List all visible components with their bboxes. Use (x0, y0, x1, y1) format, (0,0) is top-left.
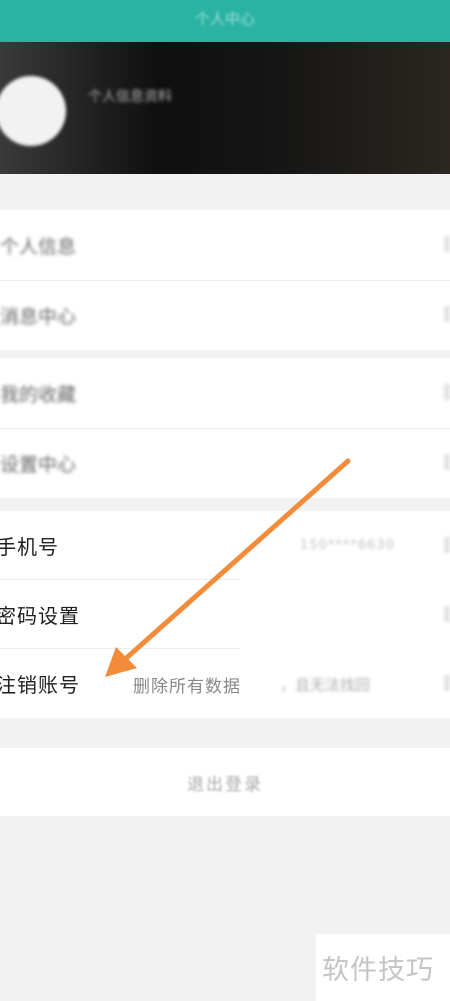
watermark: 软件技巧 (316, 934, 450, 1001)
watermark-text: 软件技巧 (322, 955, 434, 986)
annotation-arrow-icon (105, 458, 351, 677)
